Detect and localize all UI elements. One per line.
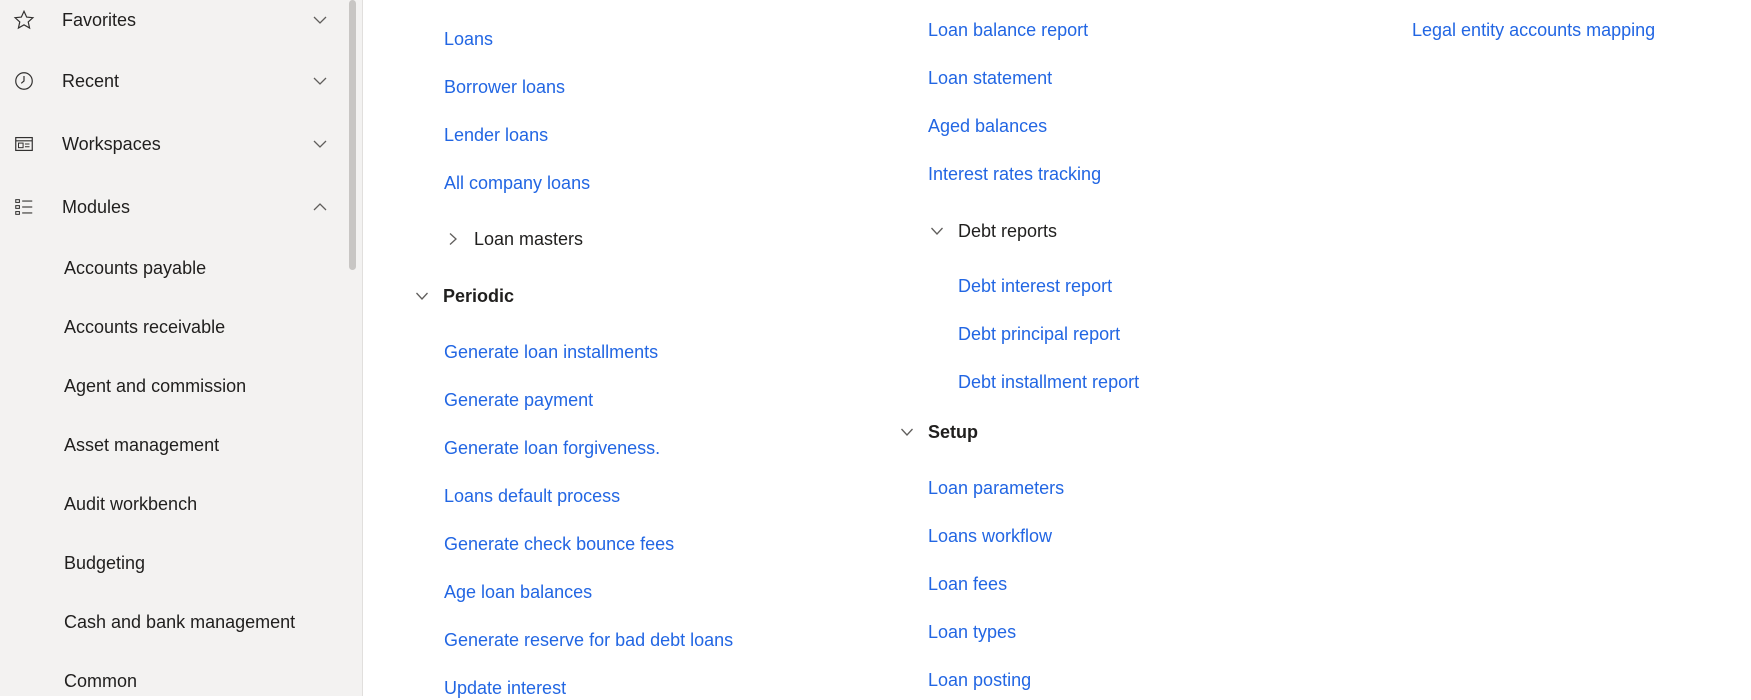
chevron-down-icon [928,222,946,240]
group-debt-reports-label: Debt reports [958,221,1058,241]
link-generate-loan-installments[interactable]: Generate loan installments [444,340,658,364]
nav-recent[interactable]: Recent [0,61,350,101]
link-generate-check-bounce-fees[interactable]: Generate check bounce fees [444,532,674,556]
link-loan-balance-report[interactable]: Loan balance report [928,18,1088,42]
module-accounts-receivable[interactable]: Accounts receivable [64,313,225,341]
module-common[interactable]: Common [64,667,137,695]
link-debt-installment-report[interactable]: Debt installment report [958,370,1139,394]
link-generate-payment[interactable]: Generate payment [444,388,593,412]
module-asset-management[interactable]: Asset management [64,431,219,459]
group-periodic-label: Periodic [443,286,515,306]
link-update-interest[interactable]: Update interest [444,676,566,700]
group-periodic[interactable]: Periodic [413,284,514,308]
module-budgeting[interactable]: Budgeting [64,549,145,577]
link-loan-statement[interactable]: Loan statement [928,66,1052,90]
nav-workspaces[interactable]: Workspaces [0,124,350,164]
link-debt-interest-report[interactable]: Debt interest report [958,274,1112,298]
module-accounts-payable[interactable]: Accounts payable [64,254,206,282]
link-lender-loans[interactable]: Lender loans [444,123,548,147]
chevron-down-icon[interactable] [310,71,330,91]
link-borrower-loans[interactable]: Borrower loans [444,75,565,99]
link-loan-parameters[interactable]: Loan parameters [928,476,1064,500]
link-interest-rates-tracking[interactable]: Interest rates tracking [928,162,1101,186]
navigation-pane: Favorites Recent Workspaces Modules Acco… [0,0,363,696]
group-setup-label: Setup [928,422,979,442]
link-all-company-loans[interactable]: All company loans [444,171,590,195]
nav-modules[interactable]: Modules [0,187,350,227]
chevron-down-icon[interactable] [310,10,330,30]
clock-icon [12,69,36,93]
link-loan-types[interactable]: Loan types [928,620,1016,644]
module-agent-and-commission[interactable]: Agent and commission [64,372,246,400]
nav-workspaces-label: Workspaces [62,133,161,154]
group-loan-masters-label: Loan masters [474,229,584,249]
group-loan-masters[interactable]: Loan masters [444,227,583,251]
workspace-icon [12,132,36,156]
link-loans-workflow[interactable]: Loans workflow [928,524,1052,548]
sidebar-scrollbar[interactable] [349,0,356,270]
star-icon [12,8,36,32]
link-loan-posting[interactable]: Loan posting [928,668,1031,692]
nav-recent-label: Recent [62,70,120,91]
link-age-loan-balances[interactable]: Age loan balances [444,580,592,604]
nav-favorites-label: Favorites [62,9,137,30]
module-audit-workbench[interactable]: Audit workbench [64,490,197,518]
chevron-down-icon[interactable] [310,134,330,154]
chevron-down-icon [898,423,916,441]
link-loans-default-process[interactable]: Loans default process [444,484,620,508]
chevron-up-icon[interactable] [310,197,330,217]
link-aged-balances[interactable]: Aged balances [928,114,1047,138]
group-debt-reports[interactable]: Debt reports [928,219,1057,243]
link-debt-principal-report[interactable]: Debt principal report [958,322,1120,346]
chevron-down-icon [413,287,431,305]
modules-list-icon [12,195,36,219]
link-loans[interactable]: Loans [444,27,493,51]
link-generate-reserve-for-bad-debt-loans[interactable]: Generate reserve for bad debt loans [444,628,733,652]
chevron-right-icon [444,230,462,248]
nav-favorites[interactable]: Favorites [0,0,350,40]
link-loan-fees[interactable]: Loan fees [928,572,1007,596]
module-cash-and-bank-management[interactable]: Cash and bank management [64,608,295,636]
link-legal-entity-accounts-mapping[interactable]: Legal entity accounts mapping [1412,18,1655,42]
link-generate-loan-forgiveness[interactable]: Generate loan forgiveness. [444,436,660,460]
nav-modules-label: Modules [62,196,131,217]
group-setup[interactable]: Setup [898,420,978,444]
